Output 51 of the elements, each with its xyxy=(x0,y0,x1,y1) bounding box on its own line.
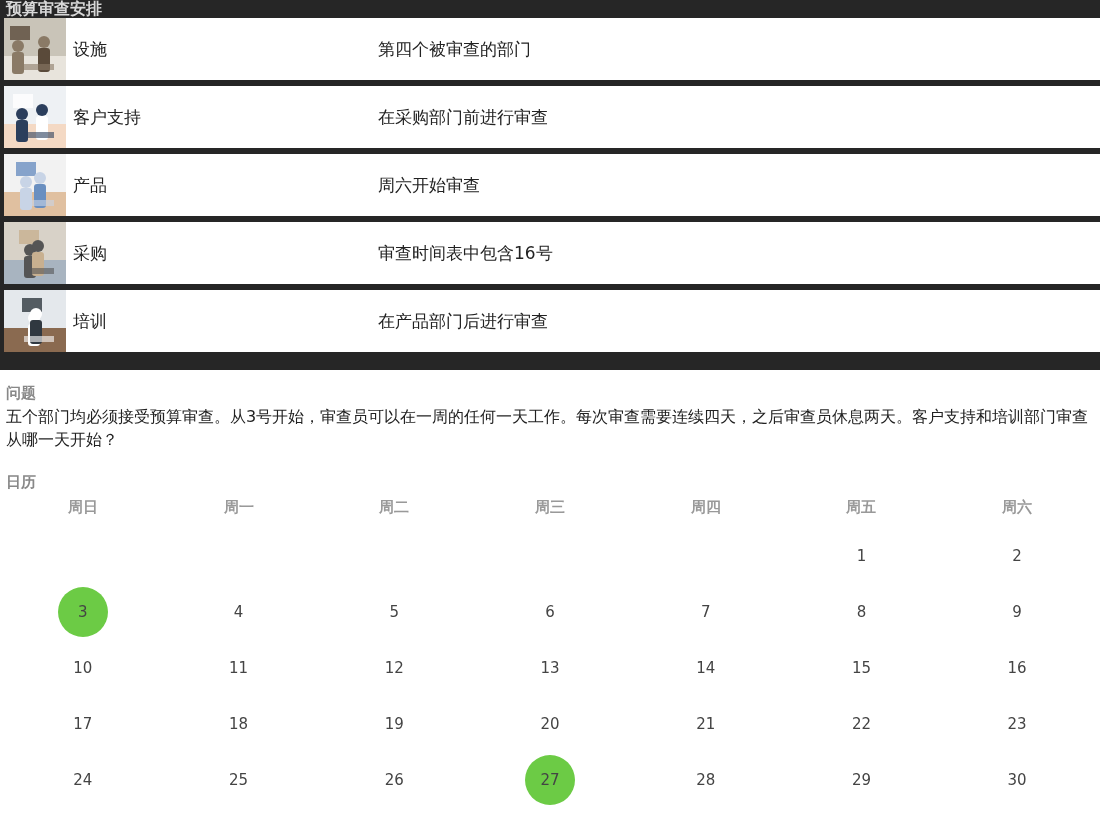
calendar-day[interactable]: 16 xyxy=(992,643,1043,693)
calendar-day[interactable]: 27 xyxy=(525,755,575,805)
department-name: 设施 xyxy=(72,37,108,61)
calendar-day[interactable]: 22 xyxy=(836,699,887,749)
weekday-header: 周日 xyxy=(67,498,98,517)
weekday-header: 周四 xyxy=(690,498,721,517)
calendar-day[interactable]: 6 xyxy=(525,587,575,637)
panel-title: 预算审查安排 xyxy=(4,0,102,18)
question-text: 五个部门均必须接受预算审查。从3号开始，审查员可以在一周的任何一天工作。每次审查需要连续四天，之后审查员休息两天。客户支持和培训部门审查从哪一天开始？ xyxy=(6,406,1090,451)
calendar-day[interactable]: 20 xyxy=(525,699,575,749)
calendar-day[interactable]: 9 xyxy=(992,587,1043,637)
weekday-header: 周二 xyxy=(379,498,410,517)
calendar-day[interactable]: 18 xyxy=(213,699,264,749)
calendar-day[interactable]: 23 xyxy=(992,699,1043,749)
clue-text: 在产品部门后进行审查 xyxy=(378,309,548,333)
calendar-day[interactable]: 19 xyxy=(369,699,420,749)
calendar-day[interactable]: 11 xyxy=(213,643,264,693)
weekday-header: 周三 xyxy=(535,498,565,517)
calendar-day[interactable]: 29 xyxy=(836,755,887,805)
calendar-day[interactable]: 3 xyxy=(57,587,108,637)
department-name: 培训 xyxy=(72,309,108,333)
calendar-day[interactable]: 24 xyxy=(57,755,108,805)
weekday-header: 周六 xyxy=(1002,498,1033,517)
calendar-day[interactable]: 7 xyxy=(680,587,731,637)
calendar-day[interactable]: 5 xyxy=(369,587,420,637)
calendar-day[interactable]: 26 xyxy=(369,755,420,805)
calendar-day[interactable]: 4 xyxy=(213,587,264,637)
section-label: 问题 xyxy=(6,384,36,403)
calendar-day[interactable]: 10 xyxy=(57,643,108,693)
calendar-day[interactable]: 14 xyxy=(680,643,731,693)
weekday-header: 周一 xyxy=(223,498,254,517)
calendar-day[interactable]: 2 xyxy=(992,531,1043,581)
calendar-day[interactable]: 8 xyxy=(836,587,887,637)
calendar-day[interactable]: 28 xyxy=(680,755,731,805)
clue-text: 审查时间表中包含16号 xyxy=(378,241,553,265)
calendar-day[interactable]: 21 xyxy=(680,699,731,749)
department-name: 采购 xyxy=(72,241,108,265)
department-name: 客户支持 xyxy=(72,105,142,129)
calendar-day[interactable]: 25 xyxy=(213,755,264,805)
calendar-day[interactable]: 12 xyxy=(369,643,420,693)
calendar-day[interactable]: 1 xyxy=(836,531,887,581)
clue-text: 周六开始审查 xyxy=(378,173,480,197)
calendar-day[interactable]: 13 xyxy=(525,643,575,693)
department-name: 产品 xyxy=(72,173,108,197)
clue-text: 第四个被审查的部门 xyxy=(378,37,531,61)
section-label: 日历 xyxy=(6,473,36,492)
calendar-day[interactable]: 15 xyxy=(836,643,887,693)
calendar-day[interactable]: 17 xyxy=(57,699,108,749)
calendar-day[interactable]: 30 xyxy=(992,755,1043,805)
clue-text: 在采购部门前进行审查 xyxy=(378,105,548,129)
weekday-header: 周五 xyxy=(846,498,877,517)
